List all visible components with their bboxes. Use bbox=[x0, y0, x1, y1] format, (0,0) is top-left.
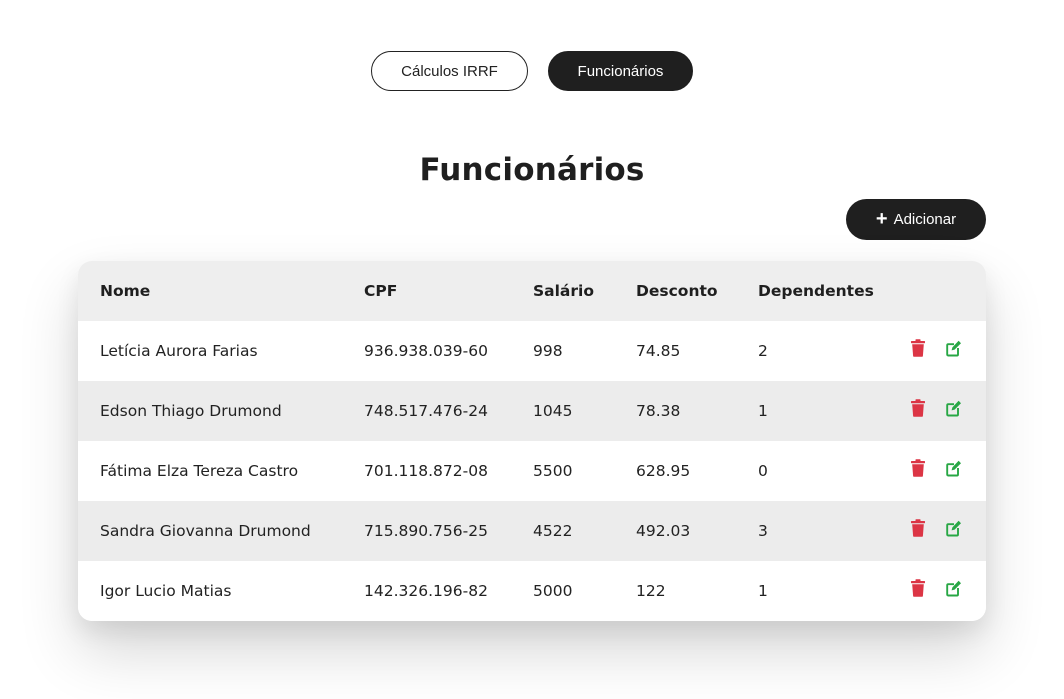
table-row: Sandra Giovanna Drumond 715.890.756-25 4… bbox=[78, 501, 986, 561]
add-employee-button[interactable]: + Adicionar bbox=[846, 199, 986, 240]
cell-cpf: 715.890.756-25 bbox=[364, 522, 488, 540]
header-dependentes: Dependentes bbox=[758, 282, 874, 300]
row-actions bbox=[910, 519, 962, 537]
header-salario: Salário bbox=[533, 282, 595, 300]
header-nome: Nome bbox=[100, 282, 151, 300]
row-actions bbox=[910, 459, 962, 477]
edit-icon[interactable] bbox=[946, 579, 962, 597]
cell-nome: Letícia Aurora Farias bbox=[100, 342, 258, 360]
cell-desconto: 492.03 bbox=[636, 522, 691, 540]
cell-salario: 998 bbox=[533, 342, 563, 360]
table-row: Igor Lucio Matias 142.326.196-82 5000 12… bbox=[78, 561, 986, 621]
table-row: Fátima Elza Tereza Castro 701.118.872-08… bbox=[78, 441, 986, 501]
trash-icon[interactable] bbox=[910, 459, 926, 477]
trash-icon[interactable] bbox=[910, 399, 926, 417]
plus-icon: + bbox=[875, 207, 888, 230]
nav-calculos-irrf-button[interactable]: Cálculos IRRF bbox=[371, 51, 528, 91]
cell-cpf: 936.938.039-60 bbox=[364, 342, 488, 360]
row-actions bbox=[910, 579, 962, 597]
trash-icon[interactable] bbox=[910, 519, 926, 537]
table-row: Letícia Aurora Farias 936.938.039-60 998… bbox=[78, 321, 986, 381]
row-actions bbox=[910, 339, 962, 357]
trash-icon[interactable] bbox=[910, 339, 926, 357]
edit-icon[interactable] bbox=[946, 459, 962, 477]
nav-funcionarios-button[interactable]: Funcionários bbox=[548, 51, 693, 91]
cell-salario: 1045 bbox=[533, 402, 573, 420]
row-actions bbox=[910, 399, 962, 417]
cell-cpf: 748.517.476-24 bbox=[364, 402, 488, 420]
cell-dependentes: 1 bbox=[758, 402, 768, 420]
cell-salario: 5000 bbox=[533, 582, 573, 600]
cell-salario: 4522 bbox=[533, 522, 573, 540]
cell-dependentes: 1 bbox=[758, 582, 768, 600]
cell-dependentes: 0 bbox=[758, 462, 768, 480]
page-title: Funcionários bbox=[419, 152, 645, 188]
cell-cpf: 701.118.872-08 bbox=[364, 462, 488, 480]
add-button-label: Adicionar bbox=[893, 211, 957, 228]
cell-nome: Sandra Giovanna Drumond bbox=[100, 522, 311, 540]
header-cpf: CPF bbox=[364, 282, 398, 300]
edit-icon[interactable] bbox=[946, 339, 962, 357]
table-header-row: Nome CPF Salário Desconto Dependentes bbox=[78, 261, 986, 321]
cell-nome: Fátima Elza Tereza Castro bbox=[100, 462, 299, 480]
top-nav: Cálculos IRRF Funcionários bbox=[0, 51, 1064, 91]
table-row: Edson Thiago Drumond 748.517.476-24 1045… bbox=[78, 381, 986, 441]
trash-icon[interactable] bbox=[910, 579, 926, 597]
cell-desconto: 74.85 bbox=[636, 342, 681, 360]
cell-desconto: 78.38 bbox=[636, 402, 681, 420]
employees-table: Nome CPF Salário Desconto Dependentes Le… bbox=[78, 261, 986, 621]
edit-icon[interactable] bbox=[946, 519, 962, 537]
cell-dependentes: 2 bbox=[758, 342, 768, 360]
cell-nome: Igor Lucio Matias bbox=[100, 582, 232, 600]
cell-dependentes: 3 bbox=[758, 522, 768, 540]
cell-cpf: 142.326.196-82 bbox=[364, 582, 488, 600]
table-body: Letícia Aurora Farias 936.938.039-60 998… bbox=[78, 321, 986, 621]
cell-desconto: 628.95 bbox=[636, 462, 691, 480]
header-desconto: Desconto bbox=[636, 282, 718, 300]
cell-desconto: 122 bbox=[636, 582, 666, 600]
edit-icon[interactable] bbox=[946, 399, 962, 417]
cell-nome: Edson Thiago Drumond bbox=[100, 402, 282, 420]
cell-salario: 5500 bbox=[533, 462, 573, 480]
